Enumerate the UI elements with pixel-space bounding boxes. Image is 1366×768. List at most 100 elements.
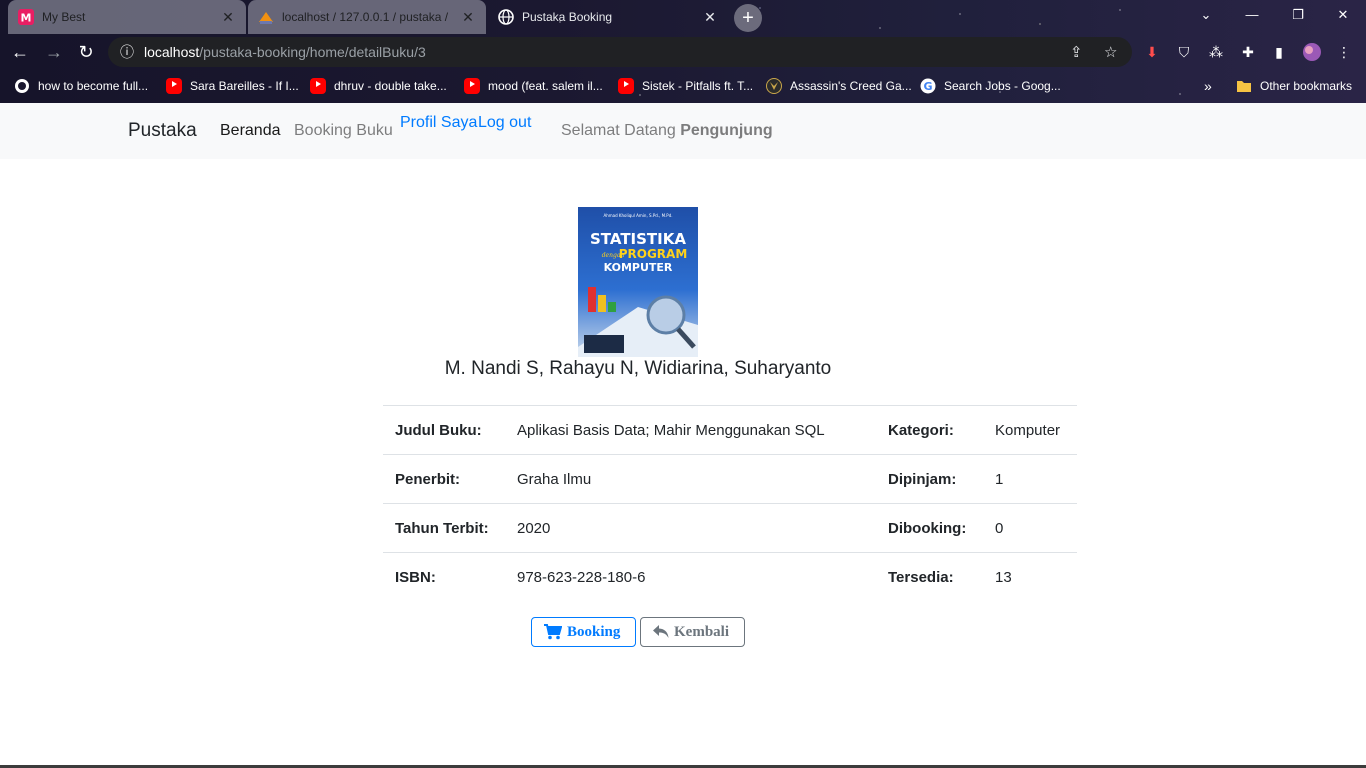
label-tahun-terbit: Tahun Terbit:	[383, 503, 505, 553]
navbar-brand[interactable]: Pustaka	[128, 120, 197, 142]
minimize-button[interactable]: —	[1229, 0, 1275, 30]
forward-button[interactable]: →	[40, 38, 68, 66]
restore-button[interactable]: ❐	[1275, 0, 1321, 30]
menu-icon[interactable]: ⋮	[1334, 42, 1354, 62]
book-authors-text: M. Nandi S, Rahayu N, Widiarina, Suharya…	[444, 358, 832, 379]
profile-avatar[interactable]	[1302, 42, 1322, 62]
bookmarks-overflow[interactable]: »	[1204, 78, 1212, 94]
phpmyadmin-icon	[259, 12, 273, 24]
youtube-icon	[166, 78, 182, 94]
table-row: Penerbit: Graha Ilmu Dipinjam: 1	[383, 454, 1077, 504]
tab-search-icon[interactable]: ⌄	[1183, 0, 1229, 30]
app-navbar: Pustaka Beranda Booking Buku Profil Saya…	[0, 103, 1366, 159]
new-tab-button[interactable]: +	[734, 4, 762, 32]
assassins-icon	[766, 78, 782, 94]
tab-label: Pustaka Booking	[522, 10, 613, 24]
info-icon[interactable]: ⓘ	[120, 42, 134, 62]
back-button[interactable]: ←	[6, 38, 34, 66]
nav-link-profil-saya[interactable]: Profil Saya	[400, 114, 477, 132]
puzzle-icon[interactable]: ✚	[1238, 42, 1258, 62]
bookmark-label: Sara Bareilles - If I...	[190, 79, 299, 93]
bookmark-item[interactable]: Sistek - Pitfalls ft. T...	[618, 78, 753, 94]
value-kategori: Komputer	[983, 405, 1077, 455]
tab-my-best[interactable]: M My Best ✕	[8, 0, 246, 34]
bookmark-label: Sistek - Pitfalls ft. T...	[642, 79, 754, 93]
close-icon[interactable]: ✕	[702, 9, 718, 26]
google-icon: G	[920, 78, 936, 94]
close-icon[interactable]: ✕	[460, 9, 476, 26]
label-dipinjam: Dipinjam:	[876, 454, 983, 504]
cover-author: Ahmad Kholiqul Amin, S.Pd., M.Pd.	[603, 213, 672, 218]
table-row: ISBN: 978-623-228-180-6 Tersedia: 13	[383, 552, 1077, 602]
bookmark-label: dhruv - double take...	[334, 79, 447, 93]
reply-icon	[653, 625, 669, 638]
bookmark-label: Assassin's Creed Ga...	[790, 79, 912, 93]
shield-icon[interactable]: ⛉	[1174, 42, 1194, 62]
value-tahun-terbit: 2020	[505, 503, 876, 553]
value-penerbit: Graha Ilmu	[505, 454, 876, 504]
tab-label: My Best	[42, 10, 86, 24]
tab-pustaka-booking[interactable]: Pustaka Booking ✕	[488, 0, 728, 34]
svg-text:G: G	[923, 80, 932, 93]
bookmark-item[interactable]: how to become full...	[14, 78, 148, 94]
nav-link-beranda[interactable]: Beranda	[220, 122, 281, 140]
other-bookmarks-label: Other bookmarks	[1260, 79, 1353, 93]
bookmark-label: how to become full...	[38, 79, 149, 93]
other-bookmarks[interactable]: Other bookmarks	[1236, 78, 1352, 94]
window-close-button[interactable]: ✕	[1320, 0, 1366, 30]
youtube-icon	[310, 78, 326, 94]
table-row: Tahun Terbit: 2020 Dibooking: 0	[383, 503, 1077, 553]
booking-label: Booking	[567, 623, 621, 640]
url-path: /pustaka-booking/home/detailBuku/3	[199, 44, 426, 60]
bookmark-item[interactable]: mood (feat. salem il...	[464, 78, 603, 94]
bookmarks-bar: how to become full... Sara Bareilles - I…	[0, 70, 1366, 103]
nav-link-logout[interactable]: Log out	[478, 114, 531, 132]
cover-title-1: STATISTIKA	[590, 230, 686, 248]
book-detail-table: Judul Buku: Aplikasi Basis Data; Mahir M…	[383, 405, 1077, 602]
table-row: Judul Buku: Aplikasi Basis Data; Mahir M…	[383, 405, 1077, 455]
side-panel-icon[interactable]: ▮	[1269, 42, 1289, 62]
book-cover: Ahmad Kholiqul Amin, S.Pd., M.Pd. STATIS…	[578, 207, 698, 357]
star-icon[interactable]: ☆	[1104, 43, 1117, 61]
bookmark-item[interactable]: G Search Jobs - Goog...	[920, 78, 1061, 94]
download-extension-icon[interactable]: ⬇	[1142, 42, 1162, 62]
extension-icon[interactable]: ⁂	[1206, 42, 1226, 62]
tab-phpmyadmin[interactable]: localhost / 127.0.0.1 / pustaka / ✕	[248, 0, 486, 34]
value-tersedia: 13	[983, 552, 1077, 602]
cover-title-3: PROGRAM	[619, 247, 688, 261]
globe-icon	[15, 79, 29, 93]
m-app-icon: M	[18, 9, 34, 25]
label-tersedia: Tersedia:	[876, 552, 983, 602]
value-dibooking: 0	[983, 503, 1077, 553]
reload-button[interactable]: ↻	[72, 38, 100, 66]
nav-link-booking-buku[interactable]: Booking Buku	[294, 122, 393, 140]
youtube-icon	[464, 78, 480, 94]
value-dipinjam: 1	[983, 454, 1077, 504]
label-judul-buku: Judul Buku:	[383, 405, 505, 455]
browser-chrome: M My Best ✕ localhost / 127.0.0.1 / pust…	[0, 0, 1366, 103]
close-icon[interactable]: ✕	[220, 9, 236, 26]
welcome-text: Selamat Datang Pengunjung	[561, 122, 773, 140]
svg-text:M: M	[21, 12, 32, 25]
youtube-icon	[618, 78, 634, 94]
label-penerbit: Penerbit:	[383, 454, 505, 504]
globe-icon	[498, 9, 514, 25]
kembali-label: Kembali	[674, 623, 729, 640]
kembali-button[interactable]: Kembali	[640, 617, 745, 647]
tab-strip: M My Best ✕ localhost / 127.0.0.1 / pust…	[0, 0, 1366, 34]
label-dibooking: Dibooking:	[876, 503, 983, 553]
share-icon[interactable]: ⇪	[1070, 43, 1083, 61]
bookmark-label: Search Jobs - Goog...	[944, 79, 1061, 93]
bookmark-item[interactable]: Sara Bareilles - If I...	[166, 78, 299, 94]
bookmark-item[interactable]: dhruv - double take...	[310, 78, 447, 94]
tab-label: localhost / 127.0.0.1 / pustaka /	[282, 10, 449, 24]
folder-icon	[1237, 81, 1251, 92]
book-authors: M. Nandi S, Rahayu N, Widiarina, Suharya…	[0, 358, 1276, 380]
url-host: localhost	[144, 44, 200, 60]
label-isbn: ISBN:	[383, 552, 505, 602]
welcome-user: Pengunjung	[680, 122, 773, 139]
address-bar[interactable]: ⓘ localhost/pustaka-booking/home/detailB…	[108, 37, 1132, 67]
bookmark-item[interactable]: Assassin's Creed Ga...	[766, 78, 912, 94]
cart-icon	[544, 624, 562, 640]
booking-button[interactable]: Booking	[531, 617, 636, 647]
